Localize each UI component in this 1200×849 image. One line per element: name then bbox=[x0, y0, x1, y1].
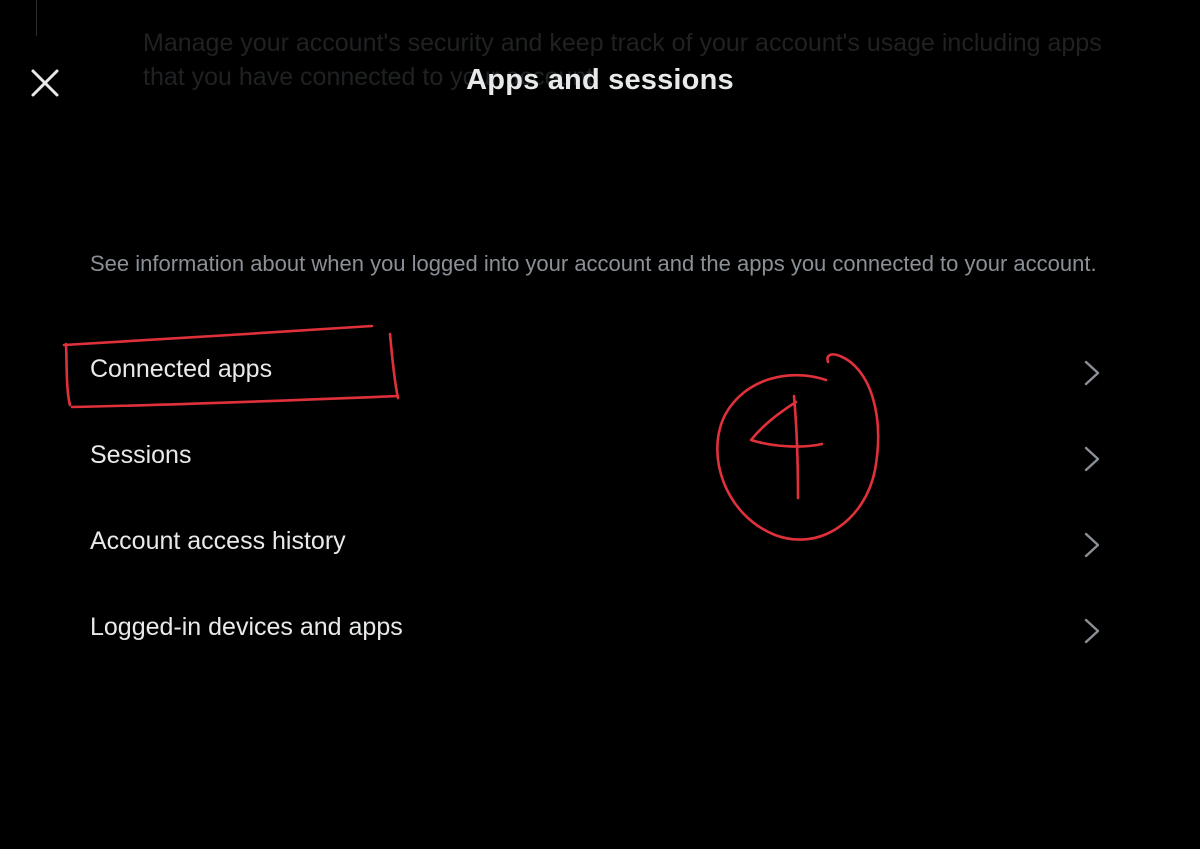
chevron-right-icon bbox=[1084, 532, 1100, 558]
menu-item-sessions[interactable]: Sessions bbox=[0, 414, 1200, 500]
menu-item-label: Connected apps bbox=[90, 355, 273, 383]
background-text-line-1: Manage your account's security and keep … bbox=[143, 29, 1102, 57]
menu-item-account-access-history[interactable]: Account access history bbox=[0, 500, 1200, 586]
background-divider bbox=[36, 0, 37, 36]
settings-menu: Connected apps Sessions Account access h… bbox=[0, 328, 1200, 672]
chevron-right-icon bbox=[1084, 446, 1100, 472]
menu-item-label: Sessions bbox=[90, 441, 192, 469]
page-description: See information about when you logged in… bbox=[90, 251, 1097, 276]
menu-item-connected-apps[interactable]: Connected apps bbox=[0, 328, 1200, 414]
menu-item-label: Account access history bbox=[90, 527, 346, 555]
menu-item-logged-in-devices[interactable]: Logged-in devices and apps bbox=[0, 586, 1200, 672]
menu-item-label: Logged-in devices and apps bbox=[90, 613, 403, 641]
chevron-right-icon bbox=[1084, 618, 1100, 644]
chevron-right-icon bbox=[1084, 360, 1100, 386]
page-title: Apps and sessions bbox=[466, 64, 734, 96]
